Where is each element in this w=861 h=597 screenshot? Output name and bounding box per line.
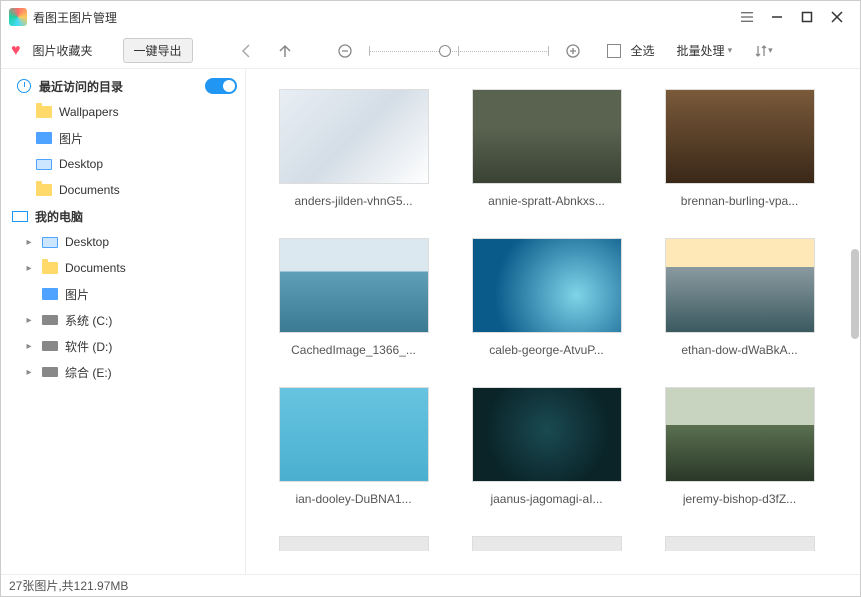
batch-process-button[interactable]: 批量处理 ▾ <box>677 42 733 59</box>
expand-icon[interactable]: ▸ <box>23 341 35 352</box>
select-all-label: 全选 <box>631 42 655 59</box>
close-button[interactable] <box>822 2 852 32</box>
thumbnail-item[interactable] <box>652 536 827 551</box>
drive-icon <box>41 312 59 328</box>
drive-desktop[interactable]: ▸ Desktop <box>1 229 245 255</box>
zoom-in-button[interactable] <box>559 37 587 65</box>
drive-icon <box>41 364 59 380</box>
drive-pictures[interactable]: ▸ 图片 <box>1 281 245 307</box>
export-button[interactable]: 一键导出 <box>123 38 193 63</box>
thumbnail-item[interactable]: brennan-burling-vpa... <box>652 89 827 208</box>
drive-c[interactable]: ▸ 系统 (C:) <box>1 307 245 333</box>
window-title: 看图王图片管理 <box>33 9 117 26</box>
menu-button[interactable] <box>732 2 762 32</box>
zoom-out-button[interactable] <box>331 37 359 65</box>
monitor-icon <box>41 234 59 250</box>
thumbnail-item[interactable] <box>266 536 441 551</box>
thumbnail-grid-area: anders-jilden-vhnG5... annie-spratt-Abnk… <box>246 69 860 574</box>
drive-e[interactable]: ▸ 综合 (E:) <box>1 359 245 385</box>
toolbar: ♥ 图片收藏夹 一键导出 全选 批量处理 ▾ <box>1 33 860 69</box>
select-all-checkbox[interactable] <box>607 44 621 58</box>
thumbnail-image <box>279 89 429 184</box>
sidebar-item-desktop[interactable]: Desktop <box>1 151 245 177</box>
minimize-button[interactable] <box>762 2 792 32</box>
drive-d[interactable]: ▸ 软件 (D:) <box>1 333 245 359</box>
recent-toggle[interactable] <box>205 78 237 94</box>
thumbnail-image <box>472 89 622 184</box>
thumbnail-label: ethan-dow-dWaBkA... <box>681 343 797 357</box>
thumbnail-item[interactable]: CachedImage_1366_... <box>266 238 441 357</box>
thumbnail-label: ian-dooley-DuBNA1... <box>295 492 411 506</box>
sidebar-item-wallpapers[interactable]: Wallpapers <box>1 99 245 125</box>
zoom-handle[interactable] <box>439 45 451 57</box>
expand-icon[interactable]: ▸ <box>23 315 35 326</box>
thumbnail-image <box>279 536 429 551</box>
thumbnail-image <box>665 238 815 333</box>
thumbnail-item[interactable]: jeremy-bishop-d3fZ... <box>652 387 827 506</box>
thumbnail-image <box>279 387 429 482</box>
clock-icon <box>15 78 33 94</box>
expand-icon[interactable]: ▸ <box>23 263 35 274</box>
titlebar: 看图王图片管理 <box>1 1 860 33</box>
thumbnail-image <box>665 536 815 551</box>
thumbnail-image <box>665 89 815 184</box>
thumbnail-item[interactable]: ian-dooley-DuBNA1... <box>266 387 441 506</box>
app-window: 看图王图片管理 ♥ 图片收藏夹 一键导出 <box>0 0 861 597</box>
thumbnail-item[interactable]: annie-spratt-Abnkxs... <box>459 89 634 208</box>
folder-icon <box>35 182 53 198</box>
thumbnail-item[interactable]: anders-jilden-vhnG5... <box>266 89 441 208</box>
thumbnail-image <box>665 387 815 482</box>
expand-icon[interactable]: ▸ <box>23 237 35 248</box>
drive-icon <box>41 338 59 354</box>
statusbar: 27张图片,共121.97MB <box>1 574 860 596</box>
picture-icon <box>41 286 59 302</box>
up-button[interactable] <box>271 37 299 65</box>
thumbnail-item[interactable]: caleb-george-AtvuP... <box>459 238 634 357</box>
folder-icon <box>41 260 59 276</box>
zoom-slider[interactable] <box>369 49 549 53</box>
thumbnail-label: anders-jilden-vhnG5... <box>294 194 412 208</box>
chevron-down-icon: ▾ <box>728 45 733 56</box>
app-icon <box>9 8 27 26</box>
thumbnail-item[interactable]: jaanus-jagomagi-aI... <box>459 387 634 506</box>
thumbnail-label: caleb-george-AtvuP... <box>489 343 604 357</box>
thumbnail-item[interactable]: ethan-dow-dWaBkA... <box>652 238 827 357</box>
thumbnail-label: annie-spratt-Abnkxs... <box>488 194 605 208</box>
thumbnail-label: jaanus-jagomagi-aI... <box>490 492 602 506</box>
picture-icon <box>35 130 53 146</box>
thumbnail-item[interactable] <box>459 536 634 551</box>
thumbnail-image <box>279 238 429 333</box>
heart-icon: ♥ <box>11 42 21 60</box>
my-computer-header[interactable]: 我的电脑 <box>1 203 245 229</box>
sort-button[interactable]: ▾ <box>754 44 773 58</box>
recent-header[interactable]: 最近访问的目录 <box>1 73 245 99</box>
sidebar-item-documents[interactable]: Documents <box>1 177 245 203</box>
thumbnail-image <box>472 536 622 551</box>
chevron-down-icon: ▾ <box>768 45 773 56</box>
monitor-icon <box>35 156 53 172</box>
thumbnail-label: brennan-burling-vpa... <box>681 194 798 208</box>
expand-icon[interactable]: ▸ <box>23 367 35 378</box>
favorites-label[interactable]: 图片收藏夹 <box>33 42 93 59</box>
folder-icon <box>35 104 53 120</box>
status-text: 27张图片,共121.97MB <box>9 577 128 594</box>
thumbnail-image <box>472 387 622 482</box>
back-button[interactable] <box>233 37 261 65</box>
sidebar: 最近访问的目录 Wallpapers 图片 Desktop Documents <box>1 69 246 574</box>
scrollbar-thumb[interactable] <box>851 249 859 339</box>
thumbnail-label: CachedImage_1366_... <box>291 343 416 357</box>
drive-documents[interactable]: ▸ Documents <box>1 255 245 281</box>
computer-icon <box>11 208 29 224</box>
thumbnail-image <box>472 238 622 333</box>
sidebar-item-pictures[interactable]: 图片 <box>1 125 245 151</box>
thumbnail-label: jeremy-bishop-d3fZ... <box>683 492 796 506</box>
maximize-button[interactable] <box>792 2 822 32</box>
